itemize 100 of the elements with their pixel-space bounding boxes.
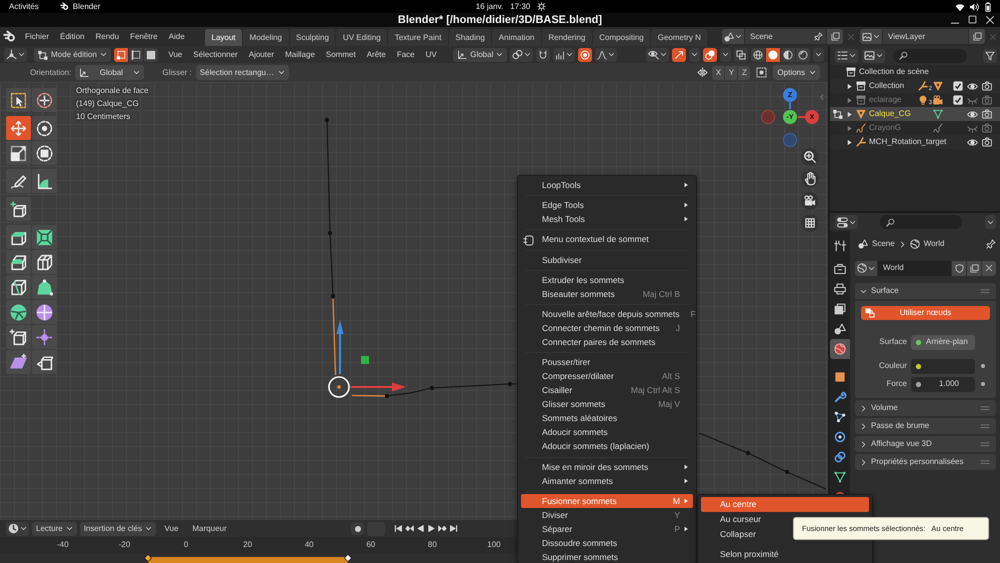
camera-icon[interactable] xyxy=(982,137,992,147)
eye-icon[interactable] xyxy=(967,136,978,148)
editor-type-button[interactable] xyxy=(4,48,27,62)
menu-item[interactable]: Aimanter sommets xyxy=(521,474,693,488)
scene-field[interactable]: Scene xyxy=(745,29,826,44)
overlay-toggle[interactable] xyxy=(703,48,717,62)
tool-button[interactable] xyxy=(6,197,31,221)
menu-item[interactable]: Dissoudre sommets xyxy=(521,536,693,550)
editor-type-button[interactable] xyxy=(835,215,858,229)
menu-item[interactable]: Adoucir sommets xyxy=(521,426,693,440)
menu-item[interactable]: Arête xyxy=(361,48,392,60)
snap-toggle[interactable] xyxy=(536,48,550,62)
menu-item[interactable]: Aide xyxy=(163,30,190,42)
corner-squares-icon[interactable] xyxy=(833,109,843,119)
panel-header[interactable]: Surface xyxy=(855,283,996,299)
outliner-row[interactable]: Collection de scène xyxy=(830,65,1000,79)
workspace-tab[interactable]: Modeling xyxy=(243,29,288,46)
auto-merge-toggle[interactable] xyxy=(754,66,770,80)
tool-button[interactable] xyxy=(6,141,31,165)
menu-item[interactable]: Au centre xyxy=(701,497,869,512)
workspace-tab[interactable]: Sculpting xyxy=(290,29,336,46)
workspace-tab[interactable]: Compositing xyxy=(592,29,650,46)
menu-item[interactable]: Biseauter sommets Maj Ctrl B xyxy=(521,287,693,301)
select-mode-button[interactable] xyxy=(144,48,158,62)
menu-item[interactable]: Édition xyxy=(54,30,90,42)
shading-mode-button[interactable] xyxy=(751,48,765,62)
menu-item[interactable]: Mesh Tools xyxy=(521,212,693,226)
outliner-row[interactable]: MCH_Rotation_target xyxy=(830,135,1000,149)
drag-dropdown[interactable]: Sélection rectangu… xyxy=(196,65,289,80)
search-field[interactable] xyxy=(880,215,962,229)
reverse-play-icon[interactable] xyxy=(416,524,426,533)
decorator-dot-icon[interactable] xyxy=(979,380,987,388)
tool-button[interactable] xyxy=(6,325,31,349)
checkbox[interactable] xyxy=(953,95,963,105)
timeline-dropdown[interactable]: Insertion de clés xyxy=(80,522,156,536)
menu-item[interactable]: Mise en miroir des sommets xyxy=(521,460,693,474)
menu-item[interactable]: Sélectionner xyxy=(188,48,244,60)
gizmo-dropdown[interactable] xyxy=(689,48,700,62)
panel-header[interactable]: Affichage vue 3D xyxy=(855,436,996,452)
auto-keying-toggle[interactable] xyxy=(351,522,364,535)
plane-handle[interactable] xyxy=(361,356,369,364)
falloff-dropdown[interactable] xyxy=(595,48,618,62)
shading-mode-button[interactable] xyxy=(796,48,810,62)
menu-item[interactable]: Séparer P xyxy=(521,522,693,536)
object-origin-icon[interactable] xyxy=(328,376,350,398)
menu-item[interactable]: LoopTools xyxy=(521,178,693,192)
tool-button[interactable] xyxy=(32,300,57,324)
menu-item[interactable]: Maillage xyxy=(280,48,320,60)
gizmo-toggle[interactable] xyxy=(672,48,686,62)
scene-browse-button[interactable] xyxy=(722,29,744,44)
workspace-tab[interactable]: Geometry N xyxy=(651,29,708,46)
datablock-name-field[interactable]: World xyxy=(878,260,951,276)
tool-button[interactable] xyxy=(6,169,31,193)
chevron-left-icon[interactable] xyxy=(819,92,825,102)
mirror-axis-toggle[interactable]: Y xyxy=(725,66,738,80)
menu-item[interactable]: Subdiviser xyxy=(521,252,693,267)
socket-dot-icon[interactable] xyxy=(915,338,922,346)
expand-arrow-icon[interactable] xyxy=(846,110,853,118)
maximize-icon[interactable] xyxy=(968,15,977,24)
date-text[interactable]: 16 janv. xyxy=(476,2,504,10)
view-layer-field[interactable]: ViewLayer xyxy=(883,29,968,44)
overlay-dropdown[interactable] xyxy=(720,48,731,62)
menu-item[interactable]: Extruder les sommets xyxy=(521,273,693,287)
menu-item[interactable]: Menu contextuel de sommet xyxy=(521,232,693,246)
xray-toggle[interactable] xyxy=(734,48,748,62)
object-visibility-dropdown[interactable] xyxy=(646,48,669,62)
zoom-icon[interactable] xyxy=(801,148,819,166)
decorator-dot-icon[interactable] xyxy=(979,362,987,370)
skip-to-end-icon[interactable] xyxy=(449,524,458,533)
tool-button[interactable] xyxy=(6,250,31,274)
wifi-icon[interactable] xyxy=(955,2,965,12)
options-dropdown[interactable]: Options xyxy=(773,65,820,80)
mirror-axis-toggle[interactable]: X xyxy=(712,66,724,80)
menu-item[interactable]: Sommets aléatoires xyxy=(521,412,693,426)
x-arrow-handle[interactable] xyxy=(351,382,406,392)
skip-to-start-icon[interactable] xyxy=(394,524,404,533)
socket-dot-icon[interactable] xyxy=(915,362,922,370)
tool-button[interactable] xyxy=(6,225,31,249)
app-logo-icon[interactable] xyxy=(3,30,16,43)
orientation-dropdown[interactable]: Global xyxy=(75,65,144,80)
workspace-tab[interactable]: Texture Paint xyxy=(388,29,448,46)
tool-button[interactable] xyxy=(32,225,57,249)
battery-icon[interactable] xyxy=(983,2,993,12)
menu-item[interactable]: Face xyxy=(391,48,420,60)
tool-button[interactable] xyxy=(32,250,57,274)
diamond-back-icon[interactable] xyxy=(405,524,414,533)
mode-dropdown[interactable]: Mode édition xyxy=(34,48,111,62)
timeline-dropdown[interactable]: Lecture xyxy=(32,522,77,536)
tool-button[interactable] xyxy=(6,88,31,112)
tool-button[interactable] xyxy=(6,300,31,324)
menu-item[interactable]: Marqueur xyxy=(186,522,232,534)
transform-orientation-dropdown[interactable]: Global xyxy=(453,48,508,62)
menu-item[interactable]: Glisser sommets Maj V xyxy=(521,398,693,412)
duplicate-button[interactable] xyxy=(967,260,981,276)
time-text[interactable]: 17:30 xyxy=(510,2,530,10)
hand-icon[interactable] xyxy=(801,170,819,188)
filter-button[interactable] xyxy=(983,48,997,62)
pivot-dropdown[interactable] xyxy=(510,48,534,62)
tool-button[interactable] xyxy=(6,275,31,299)
breadcrumb-text[interactable]: Scene xyxy=(872,240,895,248)
